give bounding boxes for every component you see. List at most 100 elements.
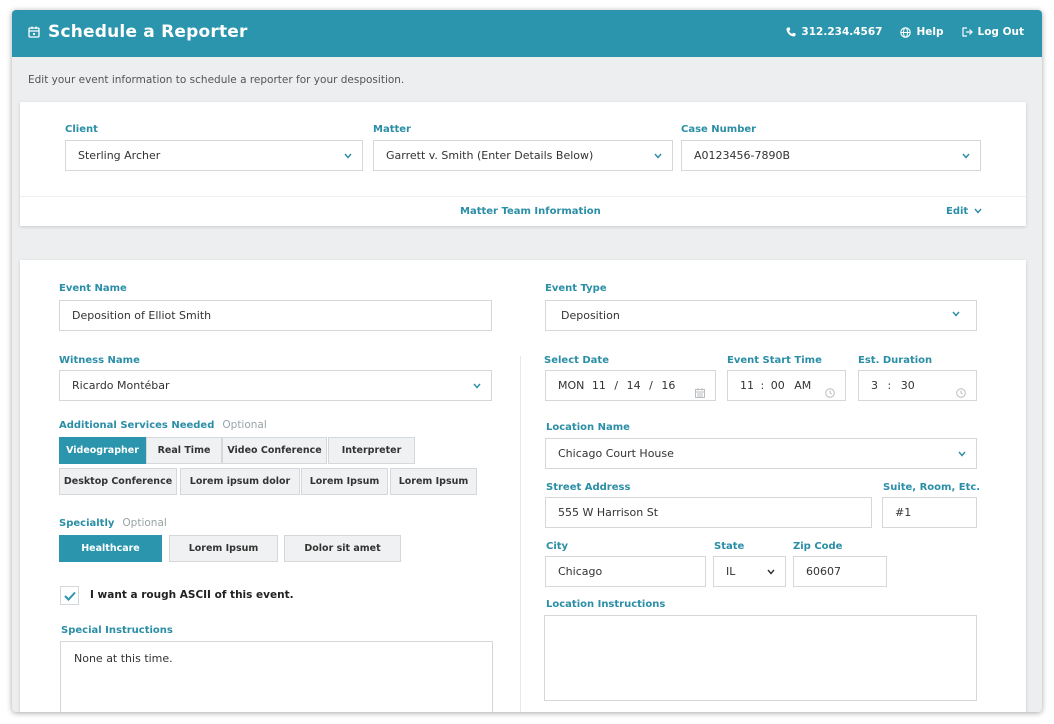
- special-instructions-label: Special Instructions: [61, 625, 173, 636]
- matter-value: Garrett v. Smith (Enter Details Below): [386, 149, 594, 162]
- service-option-button[interactable]: Lorem ipsum dolor: [180, 468, 300, 495]
- services-label: Additional Services Needed Optional: [59, 419, 267, 431]
- case-number-select[interactable]: A0123456-7890B: [681, 140, 981, 171]
- case-number-label: Case Number: [681, 124, 757, 135]
- edit-link[interactable]: Edit: [946, 206, 982, 217]
- specialty-option-button[interactable]: Dolor sit amet: [284, 535, 401, 562]
- matter-select[interactable]: Garrett v. Smith (Enter Details Below): [373, 140, 673, 171]
- service-option-button[interactable]: Lorem Ipsum: [390, 468, 477, 495]
- location-name-value: Chicago Court House: [558, 447, 674, 460]
- event-type-value: Deposition: [561, 309, 620, 322]
- select-date-label: Select Date: [544, 355, 609, 366]
- start-time-label: Event Start Time: [727, 355, 822, 366]
- help-link[interactable]: Help: [900, 26, 944, 38]
- duration-minutes: 30: [900, 379, 915, 392]
- state-value: IL: [726, 565, 736, 578]
- logout-icon: [961, 27, 973, 37]
- date-separator: /: [614, 379, 619, 392]
- app-window: Schedule a Reporter 312.234.4567 Help Lo…: [12, 10, 1042, 712]
- time-separator: :: [760, 379, 765, 392]
- logout-label: Log Out: [977, 26, 1025, 38]
- rough-ascii-checkbox[interactable]: [60, 586, 79, 605]
- globe-icon: [900, 26, 912, 38]
- service-real-time-button[interactable]: Real Time: [146, 437, 222, 464]
- specialty-option-button[interactable]: Lorem Ipsum: [169, 535, 278, 562]
- duration-picker[interactable]: 3 : 30: [858, 370, 977, 401]
- calendar-icon: [28, 23, 40, 42]
- date-month: 11: [591, 379, 606, 392]
- time-minutes: 00: [770, 379, 785, 392]
- matter-card: Client Sterling Archer Matter Garrett v.…: [20, 102, 1026, 226]
- event-type-select[interactable]: Deposition: [545, 300, 977, 331]
- city-input[interactable]: Chicago: [545, 556, 706, 587]
- specialty-label-text: Specialtly: [59, 518, 115, 529]
- location-name-select[interactable]: Chicago Court House: [545, 438, 977, 469]
- service-videographer-button[interactable]: Videographer: [59, 437, 146, 464]
- location-instructions-textarea[interactable]: [544, 615, 977, 701]
- zip-code-label: Zip Code: [793, 541, 843, 552]
- witness-name-label: Witness Name: [59, 355, 140, 366]
- street-address-input[interactable]: 555 W Harrison St: [545, 497, 872, 528]
- specialty-healthcare-button[interactable]: Healthcare: [59, 535, 162, 562]
- column-divider: [520, 356, 521, 712]
- specialty-optional: Optional: [122, 517, 167, 529]
- city-label: City: [546, 541, 569, 552]
- matter-label: Matter: [373, 124, 411, 135]
- phone-link[interactable]: 312.234.4567: [786, 26, 882, 38]
- location-instructions-label: Location Instructions: [546, 599, 666, 610]
- page-title: Schedule a Reporter: [48, 22, 248, 42]
- witness-name-select[interactable]: Ricardo Montébar: [59, 370, 492, 401]
- special-instructions-textarea[interactable]: None at this time.: [60, 641, 493, 712]
- duration-separator: :: [887, 379, 892, 392]
- suite-input[interactable]: #1: [882, 497, 977, 528]
- checkmark-icon: [64, 591, 76, 601]
- client-label: Client: [65, 124, 98, 135]
- clock-icon: [825, 380, 835, 400]
- edit-label: Edit: [946, 206, 969, 217]
- date-day: MON: [558, 379, 585, 392]
- witness-name-value: Ricardo Montébar: [72, 379, 170, 392]
- date-yy: 16: [661, 379, 676, 392]
- event-card: Event Name Deposition of Elliot Smith Wi…: [20, 260, 1026, 712]
- duration-label: Est. Duration: [858, 355, 933, 366]
- event-type-label: Event Type: [545, 283, 607, 294]
- event-name-label: Event Name: [59, 283, 127, 294]
- start-time-picker[interactable]: 11 : 00 AM: [727, 370, 846, 401]
- calendar-icon: [695, 380, 705, 400]
- top-bar: Schedule a Reporter 312.234.4567 Help Lo…: [12, 10, 1042, 57]
- rough-ascii-label: I want a rough ASCII of this event.: [90, 589, 294, 601]
- time-ampm: AM: [794, 379, 812, 392]
- date-dd: 14: [626, 379, 641, 392]
- suite-label: Suite, Room, Etc.: [883, 482, 981, 493]
- location-name-label: Location Name: [546, 422, 630, 433]
- state-label: State: [714, 541, 745, 552]
- services-optional: Optional: [222, 419, 267, 431]
- time-hours: 11: [740, 379, 754, 392]
- service-video-conference-button[interactable]: Video Conference: [222, 437, 327, 464]
- divider: [20, 196, 1026, 197]
- specialty-label: Specialtly Optional: [59, 517, 167, 529]
- client-value: Sterling Archer: [78, 149, 161, 162]
- header-actions: 312.234.4567 Help Log Out: [768, 26, 1024, 38]
- title-wrap: Schedule a Reporter: [28, 22, 248, 42]
- service-desktop-conference-button[interactable]: Desktop Conference: [59, 468, 177, 495]
- services-label-text: Additional Services Needed: [59, 420, 215, 431]
- chevron-down-icon: [974, 206, 982, 217]
- state-select[interactable]: IL: [713, 556, 786, 587]
- matter-team-info-link[interactable]: Matter Team Information: [460, 206, 601, 217]
- event-name-input[interactable]: Deposition of Elliot Smith: [59, 300, 492, 331]
- case-number-value: A0123456-7890B: [694, 149, 791, 162]
- street-address-label: Street Address: [546, 482, 631, 493]
- logout-link[interactable]: Log Out: [961, 26, 1025, 38]
- clock-icon: [956, 380, 966, 400]
- phone-icon: [786, 27, 796, 37]
- zip-code-input[interactable]: 60607: [793, 556, 887, 587]
- help-label: Help: [916, 26, 944, 38]
- client-select[interactable]: Sterling Archer: [65, 140, 363, 171]
- date-picker[interactable]: MON 11 / 14 / 16: [545, 370, 716, 401]
- date-separator: /: [649, 379, 653, 392]
- service-option-button[interactable]: Lorem Ipsum: [301, 468, 388, 495]
- page-subtitle: Edit your event information to schedule …: [28, 74, 405, 86]
- service-interpreter-button[interactable]: Interpreter: [328, 437, 415, 464]
- phone-number: 312.234.4567: [801, 26, 883, 38]
